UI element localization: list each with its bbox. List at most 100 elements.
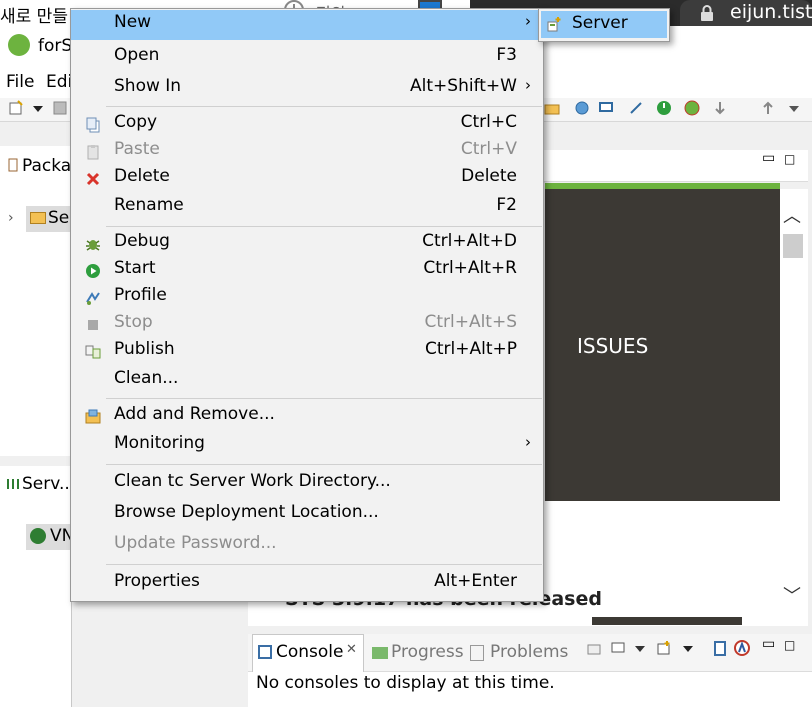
start-icon xyxy=(86,264,100,278)
link-icon[interactable] xyxy=(628,100,644,116)
console-message: No consoles to display at this time. xyxy=(256,673,555,693)
spring-a-icon[interactable] xyxy=(734,640,750,656)
menu-item-shortcut: Ctrl+Alt+S xyxy=(424,312,517,332)
spring-logo-icon xyxy=(8,34,30,56)
submenu-item-label: Server xyxy=(572,13,628,33)
package-explorer-tab[interactable]: Packa xyxy=(22,156,71,176)
menu-item-profile[interactable]: Profile xyxy=(71,283,543,313)
servers-tab[interactable]: Serv... xyxy=(22,474,75,494)
servers-icon xyxy=(7,479,19,489)
dropdown-arrow-icon[interactable] xyxy=(786,100,802,116)
menu-separator xyxy=(106,398,542,399)
menu-item-shortcut: Ctrl+Alt+R xyxy=(423,258,517,278)
scrollbar-thumb[interactable] xyxy=(783,234,803,258)
menu-item-shortcut: Ctrl+C xyxy=(460,112,517,132)
new-server-icon xyxy=(547,17,561,32)
menu-item-label: Properties xyxy=(114,571,200,591)
menu-item-label: Profile xyxy=(114,285,167,305)
menu-item-clean-work-directory[interactable]: Clean tc Server Work Directory... xyxy=(71,469,543,499)
minimize-icon[interactable]: ▭ xyxy=(762,636,775,652)
menu-item-copy[interactable]: Copy Ctrl+C xyxy=(71,110,543,140)
menu-item-shortcut: Alt+Enter xyxy=(434,571,517,591)
menu-file[interactable]: File xyxy=(6,72,34,92)
monitor-icon[interactable] xyxy=(598,100,614,116)
menu-item-label: Copy xyxy=(114,112,158,132)
lock-icon xyxy=(701,5,713,21)
menu-item-debug[interactable]: Debug Ctrl+Alt+D xyxy=(71,229,543,259)
window-title: forS xyxy=(38,36,73,56)
menu-item-properties[interactable]: Properties Alt+Enter xyxy=(71,569,543,599)
next-annotation-icon[interactable] xyxy=(712,100,728,116)
dropdown-arrow-icon[interactable] xyxy=(680,640,696,656)
menu-item-label: Publish xyxy=(114,339,175,359)
menu-item-label: Start xyxy=(114,258,156,278)
spring-power-icon[interactable] xyxy=(656,100,672,116)
menu-item-label: Debug xyxy=(114,231,170,251)
menu-separator xyxy=(106,226,542,227)
menu-item-shortcut: Ctrl+Alt+D xyxy=(422,231,517,251)
menu-item-label: Update Password... xyxy=(114,533,277,553)
menu-item-open[interactable]: Open F3 xyxy=(71,43,543,73)
minimize-icon[interactable]: ▭ xyxy=(762,150,775,166)
menu-item-label: Stop xyxy=(114,312,153,332)
close-icon[interactable]: ✕ xyxy=(346,642,357,657)
scroll-up-icon[interactable]: ︿ xyxy=(783,202,801,228)
debug-icon xyxy=(86,240,100,251)
progress-icon xyxy=(372,647,388,659)
menu-item-label: Rename xyxy=(114,195,184,215)
menu-item-start[interactable]: Start Ctrl+Alt+R xyxy=(71,256,543,286)
menu-item-shortcut: Ctrl+V xyxy=(460,139,517,159)
add-remove-icon xyxy=(85,409,101,424)
menu-item-label: Add and Remove... xyxy=(114,404,275,424)
menu-item-new[interactable]: New › xyxy=(71,10,543,40)
paste-icon xyxy=(87,145,99,160)
expand-chevron-icon[interactable]: › xyxy=(8,210,14,226)
display-console-icon[interactable] xyxy=(610,640,626,656)
menu-item-show-in[interactable]: Show In Alt+Shift+W › xyxy=(71,74,543,104)
scroll-down-icon[interactable]: ﹀ xyxy=(783,582,801,608)
dropdown-arrow-icon[interactable] xyxy=(632,640,648,656)
tree-item-label: Se xyxy=(48,208,70,228)
publish-icon xyxy=(85,345,101,359)
clipboard-icon[interactable] xyxy=(712,640,728,656)
menu-item-shortcut: Delete xyxy=(461,166,517,186)
taskbar-text: 새로 만들 xyxy=(0,7,68,27)
vmware-server-icon xyxy=(30,528,46,544)
menu-item-clean[interactable]: Clean... xyxy=(71,366,543,396)
profile-icon xyxy=(86,292,100,305)
previous-annotation-icon[interactable] xyxy=(760,100,776,116)
menu-edit[interactable]: Edi xyxy=(46,72,72,92)
console-icon xyxy=(258,645,272,659)
package-explorer-view xyxy=(0,146,72,456)
new-wizard-icon[interactable] xyxy=(8,100,24,116)
maximize-icon[interactable]: □ xyxy=(784,638,795,652)
issues-link[interactable]: ISSUES xyxy=(577,334,648,358)
menu-item-label: Browse Deployment Location... xyxy=(114,502,379,522)
menu-item-delete[interactable]: Delete Delete xyxy=(71,164,543,194)
menu-separator xyxy=(106,564,542,565)
menu-item-rename[interactable]: Rename F2 xyxy=(71,193,543,223)
open-console-icon[interactable] xyxy=(656,640,672,656)
maximize-icon[interactable]: □ xyxy=(784,152,795,166)
globe-icon[interactable] xyxy=(574,100,590,116)
tab-console-label: Console xyxy=(276,642,344,662)
pin-console-icon[interactable] xyxy=(586,640,602,656)
menu-item-browse-deployment[interactable]: Browse Deployment Location... xyxy=(71,500,543,530)
menu-item-label: New xyxy=(114,12,152,32)
menu-item-label: Monitoring xyxy=(114,433,205,453)
spring-boot-icon[interactable] xyxy=(684,100,700,116)
menu-item-publish[interactable]: Publish Ctrl+Alt+P xyxy=(71,337,543,367)
dropdown-arrow-icon[interactable] xyxy=(30,100,46,116)
tab-problems[interactable]: Problems xyxy=(490,642,568,662)
submenu-arrow-icon: › xyxy=(525,76,531,94)
menu-item-shortcut: Ctrl+Alt+P xyxy=(424,339,517,359)
open-folder-icon[interactable] xyxy=(544,100,560,116)
menu-item-monitoring[interactable]: Monitoring › xyxy=(71,431,543,461)
submenu-arrow-icon: › xyxy=(525,12,531,30)
problems-icon xyxy=(470,645,484,661)
menu-item-add-and-remove[interactable]: Add and Remove... xyxy=(71,402,543,432)
menu-item-shortcut: F3 xyxy=(496,45,517,65)
save-icon[interactable] xyxy=(52,100,68,116)
menu-item-label: Show In xyxy=(114,76,182,96)
tab-progress[interactable]: Progress xyxy=(391,642,464,662)
